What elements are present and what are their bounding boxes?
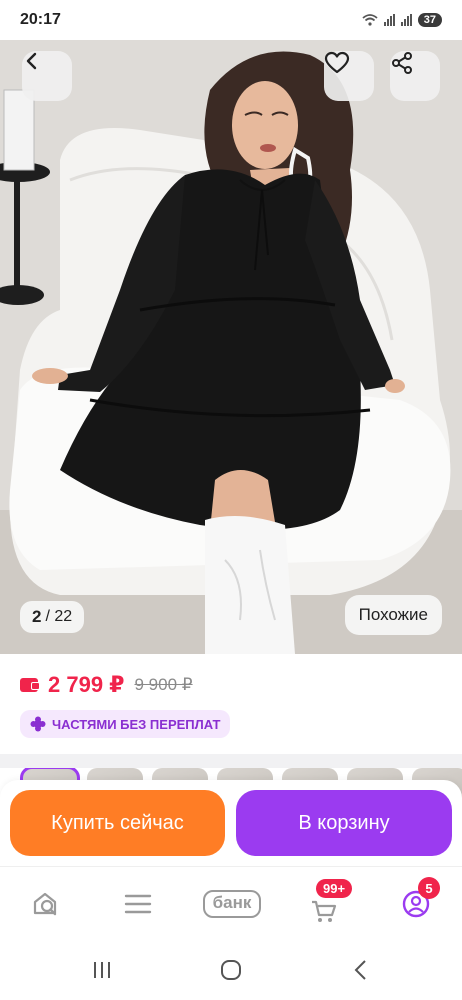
product-image-gallery[interactable]: 2 / 22 Похожие xyxy=(0,40,462,654)
puzzle-icon xyxy=(30,716,46,732)
back-button[interactable] xyxy=(22,51,72,101)
image-counter: 2 / 22 xyxy=(20,601,85,633)
installment-label: ЧАСТЯМИ БЕЗ ПЕРЕПЛАТ xyxy=(52,716,221,732)
current-price: 2 799 ₽ xyxy=(48,672,125,697)
similar-button[interactable]: Похожие xyxy=(344,595,442,635)
recent-apps-button[interactable] xyxy=(82,956,122,984)
installment-badge[interactable]: ЧАСТЯМИ БЕЗ ПЕРЕПЛАТ xyxy=(20,710,231,738)
chevron-left-icon xyxy=(354,960,366,980)
nav-catalog[interactable] xyxy=(108,867,168,941)
price-card: 2 799 ₽ 9 900 ₽ ЧАСТЯМИ БЕЗ ПЕРЕПЛАТ xyxy=(0,654,462,754)
old-price: 9 900 ₽ xyxy=(134,675,193,694)
favorite-button[interactable] xyxy=(324,51,374,101)
back-arrow-icon xyxy=(26,52,37,70)
status-time: 20:17 xyxy=(20,11,61,28)
image-counter-current: 2 xyxy=(32,607,42,626)
share-button[interactable] xyxy=(390,51,440,101)
cart-icon xyxy=(312,900,337,922)
product-photo xyxy=(0,40,462,654)
bottom-navigation: банк 99+ 5 xyxy=(0,866,462,940)
system-navigation xyxy=(0,940,462,1000)
wallet-icon xyxy=(20,678,40,692)
bank-label: банк xyxy=(202,890,262,918)
nav-profile[interactable]: 5 xyxy=(386,867,446,941)
home-search-icon xyxy=(33,892,57,916)
menu-icon xyxy=(124,894,152,914)
buy-now-button[interactable]: Купить сейчас xyxy=(10,790,225,856)
share-icon xyxy=(392,52,412,74)
section-divider xyxy=(0,754,462,768)
battery-indicator: 37 xyxy=(417,13,442,27)
nav-bank[interactable]: банк xyxy=(196,867,268,941)
action-bar: Купить сейчас В корзину xyxy=(0,780,462,866)
cart-count-badge: 99+ xyxy=(316,879,353,898)
recent-apps-icon xyxy=(94,962,110,978)
system-back-button[interactable] xyxy=(341,956,381,984)
signal-icon-2 xyxy=(400,14,412,26)
nav-cart[interactable]: 99+ xyxy=(294,867,354,941)
add-to-cart-button[interactable]: В корзину xyxy=(236,790,452,856)
status-bar: 20:17 37 xyxy=(0,0,462,40)
price-row: 2 799 ₽ 9 900 ₽ xyxy=(20,672,442,698)
status-icons: 37 xyxy=(362,13,442,27)
signal-icon xyxy=(383,14,395,26)
home-button[interactable] xyxy=(211,956,251,984)
profile-notification-badge: 5 xyxy=(418,877,440,899)
nav-home[interactable] xyxy=(16,867,76,941)
wifi-icon xyxy=(362,14,378,26)
home-circle-icon xyxy=(221,960,241,980)
heart-icon xyxy=(324,51,350,74)
image-counter-total: / 22 xyxy=(45,608,73,625)
